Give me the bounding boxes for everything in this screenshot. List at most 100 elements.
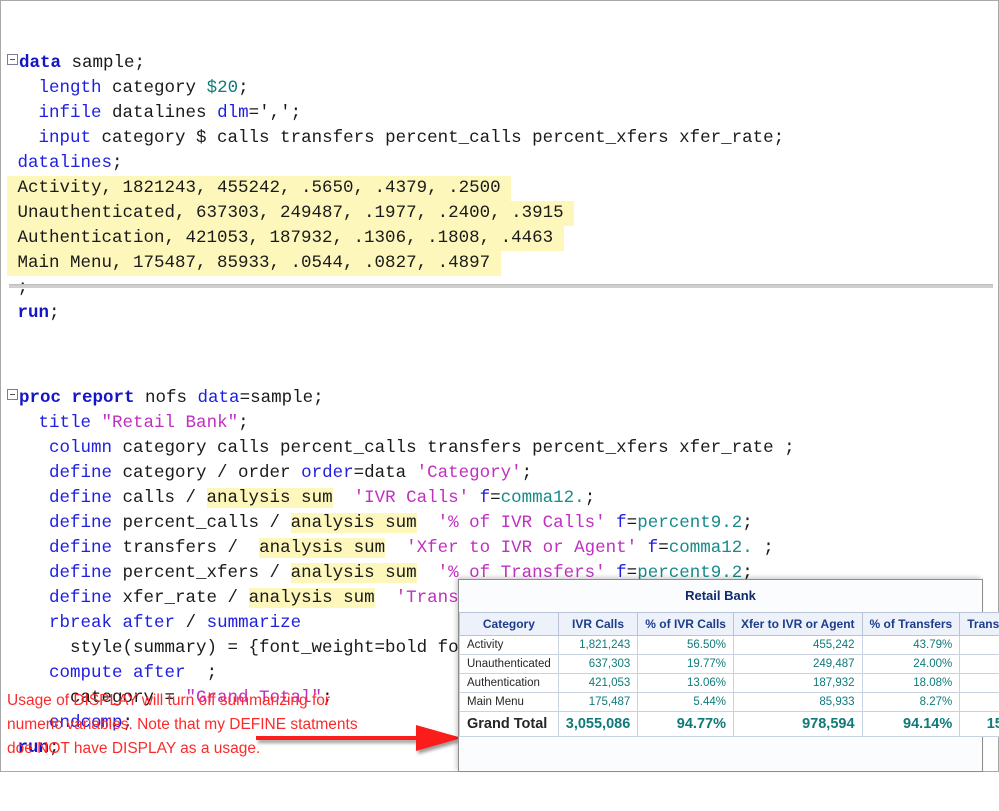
- code-token: ;: [742, 513, 753, 533]
- code-token: 'Category': [417, 463, 522, 483]
- code-token: analysis sum: [259, 538, 385, 558]
- code-token: datalines: [18, 153, 113, 173]
- code-line: datalines;: [7, 151, 999, 176]
- table-cell: Main Menu: [460, 693, 559, 712]
- code-token: [385, 538, 406, 558]
- code-token: define: [49, 563, 112, 583]
- code-token: input: [39, 128, 92, 148]
- table-cell: Authentication: [460, 674, 559, 693]
- code-token: [7, 463, 49, 483]
- code-token: [7, 78, 39, 98]
- table-cell: 421,053: [558, 674, 638, 693]
- code-fold-toggle-icon[interactable]: [7, 54, 18, 65]
- code-token: =',';: [249, 103, 302, 123]
- code-token: [7, 538, 49, 558]
- table-cell: 25.00%: [960, 636, 999, 655]
- grand-total-cell: 3,055,086: [558, 712, 638, 737]
- table-cell: 48.97%: [960, 693, 999, 712]
- code-token: [7, 663, 49, 683]
- table-cell: 8.27%: [862, 693, 960, 712]
- table-header-row: CategoryIVR Calls% of IVR CallsXfer to I…: [460, 613, 999, 636]
- code-token: [637, 538, 648, 558]
- code-line: Unauthenticated, 637303, 249487, .1977, …: [7, 201, 574, 226]
- code-token: summarize: [207, 613, 302, 633]
- table-cell: 39.15%: [960, 655, 999, 674]
- grand-total-cell: 94.77%: [638, 712, 734, 737]
- code-token: define: [49, 538, 112, 558]
- table-cell: 44.63%: [960, 674, 999, 693]
- code-token: $20: [207, 78, 239, 98]
- code-line: length category $20;: [7, 76, 999, 101]
- code-line: define category / order order=data 'Cate…: [7, 461, 999, 486]
- code-token: f: [480, 488, 491, 508]
- code-line: ;: [7, 276, 999, 301]
- column-header: Transfer Rate: [960, 613, 999, 636]
- code-token: [606, 513, 617, 533]
- code-token: comma12.: [501, 488, 585, 508]
- code-token: data: [19, 53, 61, 73]
- code-token: category $ calls transfers percent_calls…: [91, 128, 784, 148]
- table-cell: 43.79%: [862, 636, 960, 655]
- code-token: length: [39, 78, 102, 98]
- code-token: column: [49, 438, 112, 458]
- output-results-panel: Retail Bank CategoryIVR Calls% of IVR Ca…: [458, 579, 983, 772]
- code-token: "Retail Bank": [102, 413, 239, 433]
- column-header: % of IVR Calls: [638, 613, 734, 636]
- code-block-divider: [9, 284, 993, 288]
- code-line: title "Retail Bank";: [7, 411, 999, 436]
- table-cell: 24.00%: [862, 655, 960, 674]
- code-token: after: [123, 613, 176, 633]
- code-token: xfer_rate /: [112, 588, 249, 608]
- code-token: [123, 663, 134, 683]
- code-line-wrap: Authentication, 421053, 187932, .1306, .…: [7, 226, 999, 251]
- table-cell: 187,932: [733, 674, 862, 693]
- table-cell: 637,303: [558, 655, 638, 674]
- code-token: Activity, 1821243, 455242, .5650, .4379,…: [7, 178, 511, 198]
- code-line: input category $ calls transfers percent…: [7, 126, 999, 151]
- code-fold-toggle-icon[interactable]: [7, 389, 18, 400]
- table-cell: 13.06%: [638, 674, 734, 693]
- code-token: ;: [522, 463, 533, 483]
- code-line: Authentication, 421053, 187932, .1306, .…: [7, 226, 564, 251]
- code-token: analysis sum: [291, 513, 417, 533]
- table-cell: 175,487: [558, 693, 638, 712]
- code-token: [417, 513, 438, 533]
- code-token: category calls percent_calls transfers p…: [112, 438, 795, 458]
- code-token: data: [198, 388, 240, 408]
- code-token: [112, 613, 123, 633]
- code-token: category / order: [112, 463, 301, 483]
- code-token: dlm: [217, 103, 249, 123]
- code-token: run: [18, 303, 50, 323]
- code-token: '% of IVR Calls': [438, 513, 606, 533]
- code-token: [7, 613, 49, 633]
- code-line: run;: [7, 301, 999, 326]
- code-token: proc report: [19, 388, 135, 408]
- code-token: 'IVR Calls': [354, 488, 470, 508]
- code-token: [7, 103, 39, 123]
- code-token: f: [648, 538, 659, 558]
- code-token: define: [49, 588, 112, 608]
- code-token: [91, 413, 102, 433]
- code-token: ;: [753, 538, 774, 558]
- table-row: Unauthenticated637,30319.77%249,48724.00…: [460, 655, 999, 674]
- grand-total-row: Grand Total3,055,08694.77%978,59494.14%1…: [460, 712, 999, 737]
- code-token: category: [102, 78, 207, 98]
- table-body: Activity1,821,24356.50%455,24243.79%25.0…: [460, 636, 999, 737]
- table-cell: Activity: [460, 636, 559, 655]
- code-token: =: [490, 488, 501, 508]
- code-token: sample;: [61, 53, 145, 73]
- column-header: % of Transfers: [862, 613, 960, 636]
- code-token: [7, 438, 49, 458]
- code-line-wrap: Unauthenticated, 637303, 249487, .1977, …: [7, 201, 999, 226]
- code-token: [469, 488, 480, 508]
- table-cell: 56.50%: [638, 636, 734, 655]
- code-token: datalines: [102, 103, 218, 123]
- code-token: analysis sum: [207, 488, 333, 508]
- code-token: infile: [39, 103, 102, 123]
- code-token: [7, 153, 18, 173]
- code-line: define calls / analysis sum 'IVR Calls' …: [7, 486, 999, 511]
- code-token: rbreak: [49, 613, 112, 633]
- code-token: ;: [186, 663, 218, 683]
- code-token: =data: [354, 463, 417, 483]
- screenshot-root: data sample; length category $20; infile…: [0, 0, 999, 772]
